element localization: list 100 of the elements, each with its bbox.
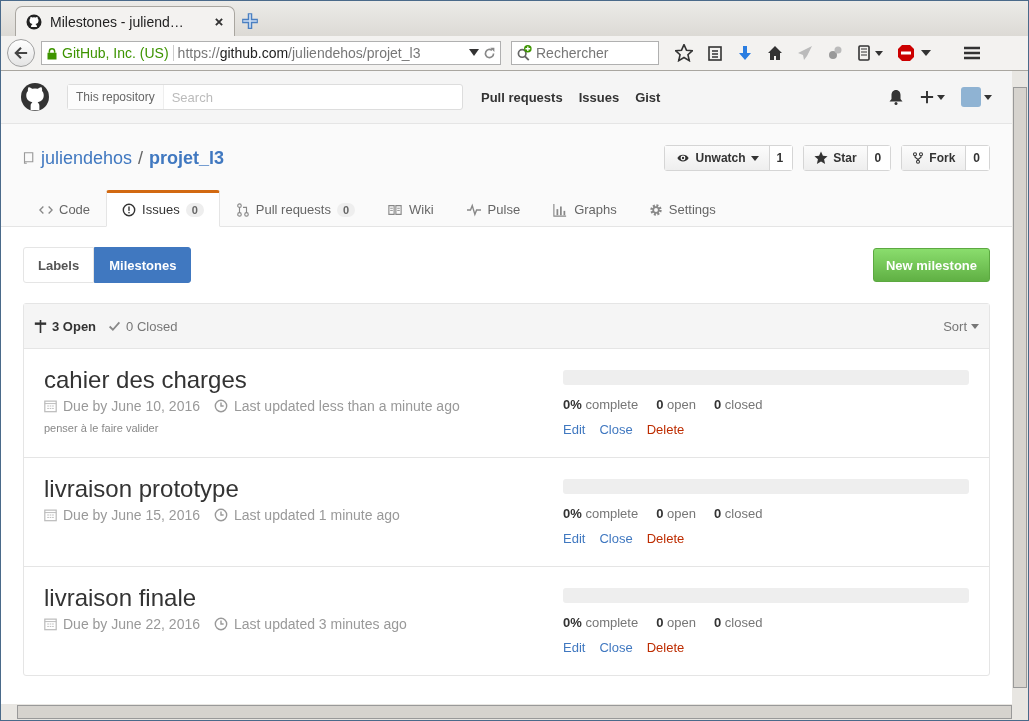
delete-link[interactable]: Delete [646, 640, 685, 655]
state-filter[interactable]: 3 Open [34, 318, 97, 334]
repo-tab[interactable]: Pulse [449, 190, 537, 227]
repo-icon [23, 150, 35, 166]
repo-tab[interactable]: Wiki [371, 190, 450, 227]
delete-link[interactable]: Delete [646, 531, 685, 546]
close-link[interactable]: Close [599, 422, 633, 437]
calendar-icon [44, 399, 57, 413]
tab-count: 0 [185, 202, 204, 217]
caret-icon [971, 323, 979, 329]
create-new-menu[interactable] [920, 90, 945, 104]
repository-search-field[interactable]: This repository Search [67, 84, 463, 110]
url-text: https://github.com/juliendehos/projet_l3 [177, 45, 421, 61]
percent-complete: 0% complete [563, 506, 639, 521]
clipboard-icon [857, 45, 883, 61]
horizontal-scrollbar[interactable] [1, 704, 1028, 720]
header-nav-link[interactable]: Gist [635, 89, 661, 105]
caret-icon [984, 94, 992, 100]
repo-name-link[interactable]: projet_l3 [149, 147, 225, 169]
gear-icon [648, 202, 663, 217]
tab-count: 0 [336, 202, 356, 217]
browser-tab[interactable]: Milestones - juliend… [15, 6, 235, 36]
repo-tab[interactable]: Code [23, 190, 107, 227]
tab-label: Code [59, 202, 91, 217]
pull-request-icon [235, 202, 250, 217]
clock-icon [214, 508, 228, 522]
header-nav-link[interactable]: Issues [578, 89, 620, 105]
star-count[interactable]: 0 [867, 146, 891, 170]
tab-label: Settings [668, 202, 716, 217]
path-separator: / [138, 147, 144, 169]
paper-plane-icon [797, 45, 813, 61]
star-button[interactable]: Star [804, 146, 868, 170]
signpost-icon [34, 318, 47, 334]
star-icon [814, 151, 829, 165]
dropdown-caret-icon [469, 49, 479, 57]
clock-icon [214, 617, 228, 631]
user-menu[interactable] [961, 87, 992, 107]
close-link[interactable]: Close [599, 640, 633, 655]
edit-link[interactable]: Edit [563, 640, 586, 655]
closed-count: 0 closed [713, 397, 763, 412]
watch-button[interactable]: Unwatch [664, 146, 770, 170]
state-filter[interactable]: 0 Closed [108, 318, 178, 334]
percent-complete: 0% complete [563, 397, 639, 412]
open-count: 0 open [656, 615, 696, 630]
avatar [961, 87, 981, 107]
due-date: Due by June 22, 2016 [63, 616, 200, 632]
tab-label: Issues [142, 202, 180, 217]
sort-menu[interactable]: Sort [943, 318, 979, 334]
browser-search-field[interactable]: Rechercher [511, 41, 659, 65]
bar-graph-icon [552, 202, 569, 217]
delete-link[interactable]: Delete [646, 422, 685, 437]
repo-tab[interactable]: Settings [632, 190, 732, 227]
open-count: 0 open [656, 397, 696, 412]
calendar-icon [44, 508, 57, 522]
caret-icon [937, 94, 945, 100]
milestone-title[interactable]: cahier des charges [44, 365, 563, 395]
menu-icon [963, 45, 981, 61]
caret-icon [750, 155, 759, 161]
github-logo-icon [26, 13, 42, 30]
edit-link[interactable]: Edit [563, 531, 586, 546]
lock-icon [46, 46, 58, 60]
due-date: Due by June 15, 2016 [63, 507, 200, 523]
issue-icon [122, 202, 137, 217]
subnav-tab[interactable]: Milestones [94, 247, 192, 283]
reload-icon [483, 46, 496, 60]
repo-tab[interactable]: Pull requests 0 [219, 190, 372, 227]
milestone-description: penser à le faire valider [44, 422, 160, 434]
fork-button[interactable]: Fork [902, 146, 967, 170]
vertical-scrollbar[interactable] [1012, 71, 1028, 704]
plus-icon [920, 90, 934, 104]
last-updated: Last updated less than a minute ago [234, 398, 460, 414]
milestone-title[interactable]: livraison prototype [44, 474, 563, 504]
new-tab-icon [241, 11, 259, 30]
fork-count[interactable]: 0 [966, 146, 989, 170]
watch-count[interactable]: 1 [769, 146, 793, 170]
search-icon [516, 45, 534, 61]
bookmark-star-icon [675, 44, 693, 62]
search-placeholder: Rechercher [536, 45, 609, 61]
milestone-title[interactable]: livraison finale [44, 583, 563, 613]
subnav-tab[interactable]: Labels [23, 247, 95, 283]
check-icon [108, 319, 122, 333]
tab-label: Wiki [409, 202, 434, 217]
edit-link[interactable]: Edit [563, 422, 586, 437]
home-icon [767, 45, 783, 61]
back-arrow-icon [14, 46, 28, 60]
repo-tab[interactable]: Issues 0 [106, 190, 220, 227]
url-field[interactable]: GitHub, Inc. (US) https://github.com/juliendehos/projet_l3 [41, 41, 501, 65]
open-count: 0 open [656, 506, 696, 521]
fork-icon [912, 151, 925, 165]
back-button[interactable] [7, 39, 35, 67]
search-input[interactable]: Search [163, 85, 462, 109]
github-logo-icon [21, 83, 49, 111]
percent-complete: 0% complete [563, 615, 639, 630]
repo-owner-link[interactable]: juliendehos [41, 147, 133, 169]
pulse-icon [465, 202, 482, 217]
reading-list-icon [707, 45, 723, 61]
header-nav-link[interactable]: Pull requests [481, 89, 563, 105]
repo-tab[interactable]: Graphs [536, 190, 633, 227]
search-scope-label: This repository [68, 85, 164, 109]
close-link[interactable]: Close [599, 531, 633, 546]
